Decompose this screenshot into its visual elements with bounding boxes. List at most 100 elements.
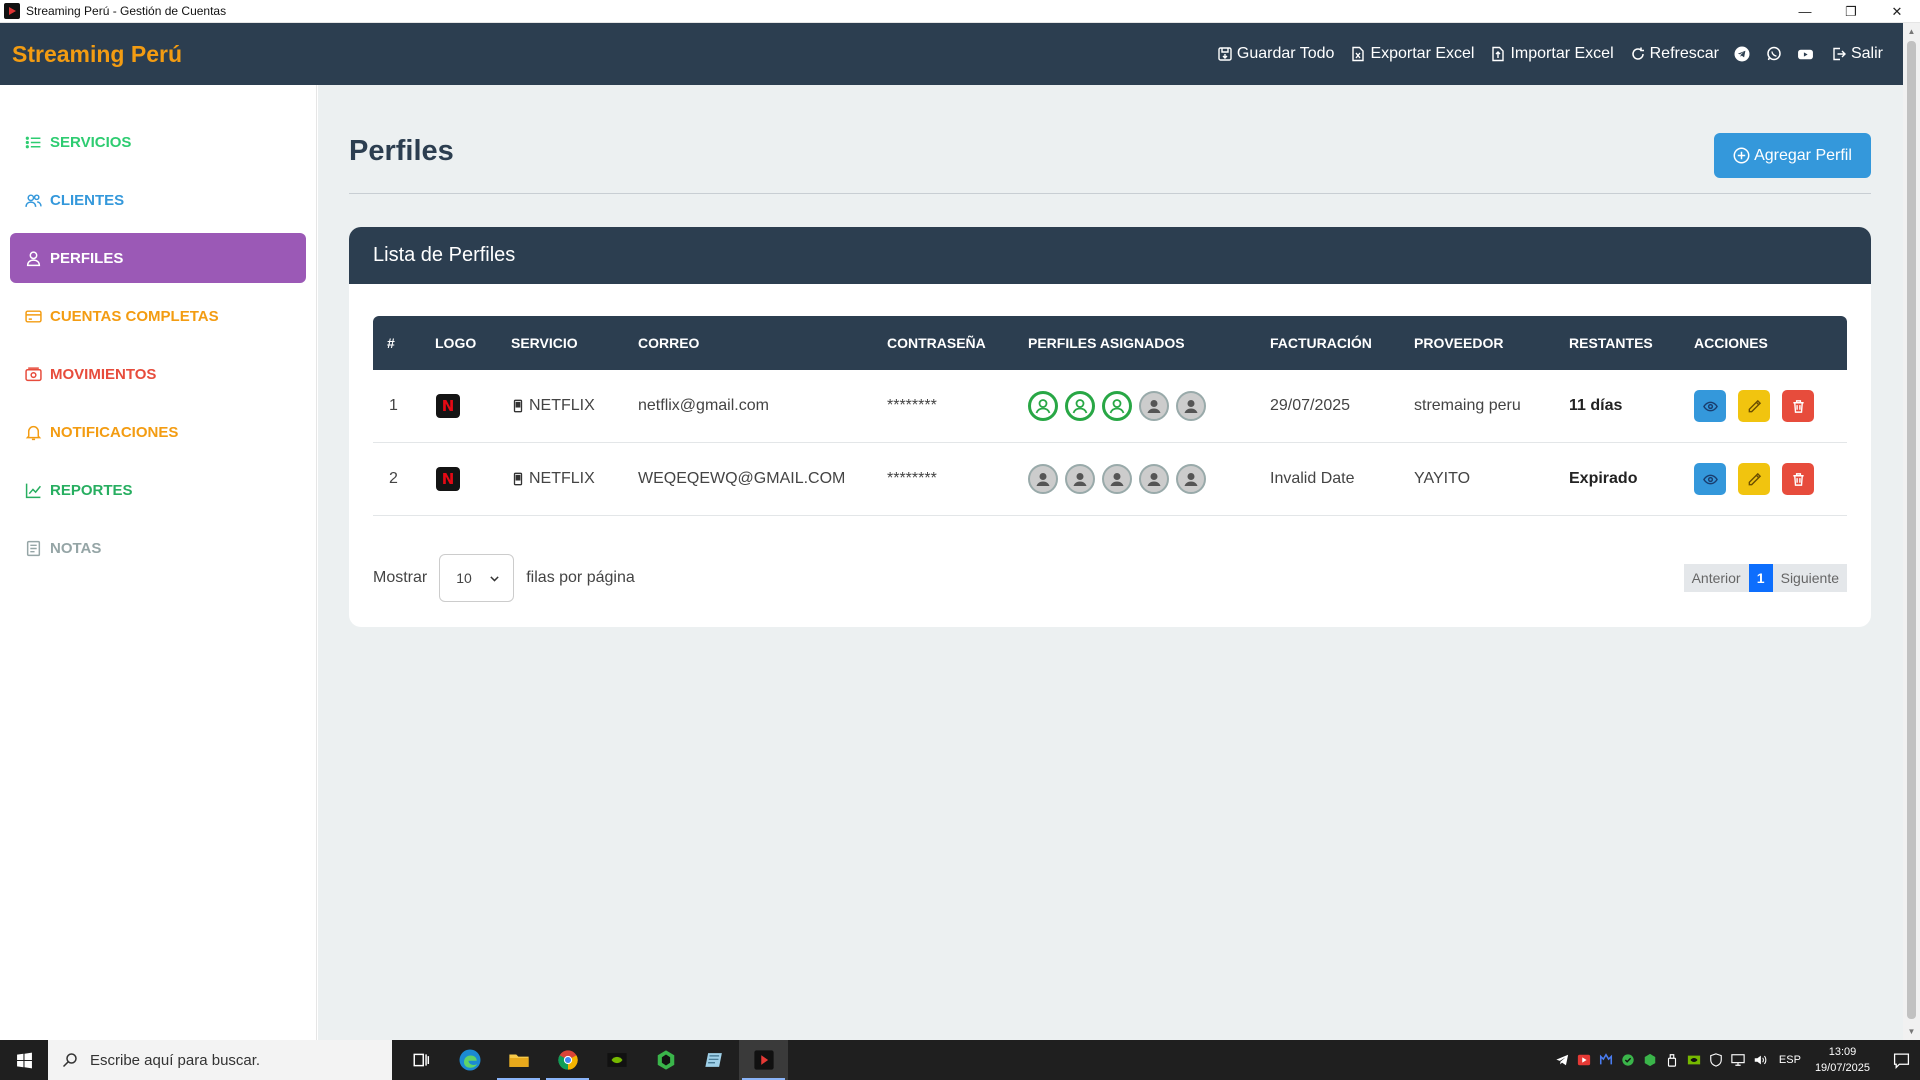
sidebar-item-label: MOVIMIENTOS <box>50 365 157 383</box>
logo-cell: N <box>436 443 460 515</box>
pagination-previous[interactable]: Anterior <box>1683 564 1749 592</box>
scroll-down-arrow[interactable]: ▼ <box>1903 1023 1920 1040</box>
edit-button[interactable] <box>1738 390 1770 422</box>
sidebar-item-servicios[interactable]: SERVICIOS <box>10 117 306 167</box>
email-cell: netflix@gmail.com <box>638 397 769 414</box>
sidebar-item-notificaciones[interactable]: NOTIFICACIONES <box>10 407 306 457</box>
tray-network[interactable] <box>1727 1040 1749 1080</box>
restore-button[interactable]: ❐ <box>1828 0 1874 23</box>
pagination-next[interactable]: Siguiente <box>1772 564 1847 592</box>
profile-slot-free[interactable] <box>1102 464 1132 494</box>
sidebar-item-label: PERFILES <box>50 249 124 267</box>
edge-button[interactable] <box>445 1040 494 1080</box>
logout-icon <box>1833 47 1846 61</box>
page-scrollbar[interactable]: ▲ ▼ <box>1903 23 1920 1040</box>
save-all-button[interactable]: Guardar Todo <box>1217 45 1335 63</box>
notes-app-button[interactable] <box>690 1040 739 1080</box>
rows-per-page-select[interactable]: 10 <box>439 554 515 602</box>
tray-malwarebytes[interactable] <box>1595 1040 1617 1080</box>
tray-telegram[interactable] <box>1551 1040 1573 1080</box>
volume-icon <box>1754 1055 1767 1065</box>
column-header-password: CONTRASEÑA <box>887 335 986 351</box>
profile-slot-free[interactable] <box>1028 464 1058 494</box>
start-button[interactable] <box>0 1040 48 1080</box>
green-hex-icon <box>1644 1053 1656 1067</box>
rows-suffix-label: filas por página <box>526 569 635 586</box>
taskbar-clock[interactable]: 13:09 19/07/2025 <box>1815 1044 1870 1076</box>
refresh-button[interactable]: Refrescar <box>1630 45 1719 63</box>
taskbar-search[interactable]: Escribe aquí para buscar. <box>48 1040 392 1080</box>
chrome-icon <box>557 1050 578 1070</box>
m-shield-icon <box>1599 1053 1612 1065</box>
tray-nvidia[interactable] <box>1683 1040 1705 1080</box>
delete-button[interactable] <box>1782 390 1814 422</box>
sidebar-item-perfiles[interactable]: PERFILES <box>10 233 306 283</box>
streaming-app-button[interactable] <box>739 1040 788 1080</box>
profile-slot-assigned[interactable] <box>1028 391 1058 421</box>
scroll-thumb[interactable] <box>1907 41 1916 1019</box>
tray-red-app[interactable] <box>1573 1040 1595 1080</box>
chrome-button[interactable] <box>543 1040 592 1080</box>
view-button[interactable] <box>1694 463 1726 495</box>
brand-title: Streaming Perú <box>12 40 182 67</box>
import-excel-button[interactable]: Importar Excel <box>1490 45 1614 63</box>
language-indicator[interactable]: ESP <box>1779 1054 1801 1066</box>
tray-security[interactable] <box>1705 1040 1727 1080</box>
column-header-email: CORREO <box>638 335 700 351</box>
export-excel-button[interactable]: Exportar Excel <box>1350 45 1474 63</box>
telegram-icon <box>1734 46 1750 62</box>
save-all-label: Guardar Todo <box>1236 45 1335 62</box>
view-button[interactable] <box>1694 390 1726 422</box>
logout-button[interactable]: Salir <box>1831 45 1883 63</box>
profile-slot-free[interactable] <box>1065 464 1095 494</box>
profile-slot-free[interactable] <box>1176 464 1206 494</box>
green-app-button[interactable] <box>641 1040 690 1080</box>
close-button[interactable]: ✕ <box>1874 0 1920 23</box>
netflix-logo: N <box>436 394 460 418</box>
profile-slot-assigned[interactable] <box>1065 391 1095 421</box>
system-tray: ESP 13:09 19/07/2025 <box>1551 1040 1920 1080</box>
column-header-billing: FACTURACIÓN <box>1270 335 1372 351</box>
user-circle-icon <box>1072 399 1088 414</box>
whatsapp-button[interactable] <box>1765 45 1783 63</box>
profile-slot-free[interactable] <box>1139 391 1169 421</box>
scroll-up-arrow[interactable]: ▲ <box>1903 23 1920 40</box>
tray-green-hex[interactable] <box>1639 1040 1661 1080</box>
pagination-page-current[interactable]: 1 <box>1748 564 1773 592</box>
save-icon <box>1218 47 1232 61</box>
tray-usb[interactable] <box>1661 1040 1683 1080</box>
sidebar-item-cuentas-completas[interactable]: CUENTAS COMPLETAS <box>10 291 306 341</box>
tray-nvidia-green[interactable] <box>1617 1040 1639 1080</box>
sidebar-item-movimientos[interactable]: MOVIMIENTOS <box>10 349 306 399</box>
user-circle-icon <box>1110 473 1124 486</box>
remaining-cell: Expirado <box>1569 470 1638 487</box>
clock-time: 13:09 <box>1828 1046 1857 1058</box>
sidebar-item-label: NOTIFICACIONES <box>50 423 179 441</box>
task-view-button[interactable] <box>396 1040 445 1080</box>
sidebar-item-label: CUENTAS COMPLETAS <box>50 307 219 325</box>
tray-volume[interactable] <box>1749 1040 1771 1080</box>
profile-slot-assigned[interactable] <box>1102 391 1132 421</box>
table-footer: Mostrar 10 filas por página Anterior 1 S… <box>373 554 1847 602</box>
minimize-button[interactable]: — <box>1782 0 1828 23</box>
provider-cell: YAYITO <box>1414 470 1471 487</box>
nvidia-button[interactable] <box>592 1040 641 1080</box>
refresh-icon <box>1631 47 1644 60</box>
youtube-button[interactable] <box>1797 45 1815 63</box>
file-explorer-button[interactable] <box>494 1040 543 1080</box>
profile-slot-free[interactable] <box>1139 464 1169 494</box>
notifications-button[interactable] <box>1882 1040 1920 1080</box>
edit-button[interactable] <box>1738 463 1770 495</box>
pagination: Anterior 1 Siguiente <box>1683 564 1847 592</box>
sidebar-item-notas[interactable]: NOTAS <box>10 523 306 573</box>
sidebar-item-reportes[interactable]: REPORTES <box>10 465 306 515</box>
telegram-button[interactable] <box>1733 45 1751 63</box>
service-cell: NETFLIX <box>511 370 595 442</box>
sidebar-item-clientes[interactable]: CLIENTES <box>10 175 306 225</box>
add-profile-button[interactable]: Agregar Perfil <box>1714 133 1871 178</box>
delete-button[interactable] <box>1782 463 1814 495</box>
row-number: 1 <box>389 397 398 414</box>
sidebar-item-label: REPORTES <box>50 481 133 499</box>
profile-slot-free[interactable] <box>1176 391 1206 421</box>
chart-line-icon <box>25 483 41 498</box>
